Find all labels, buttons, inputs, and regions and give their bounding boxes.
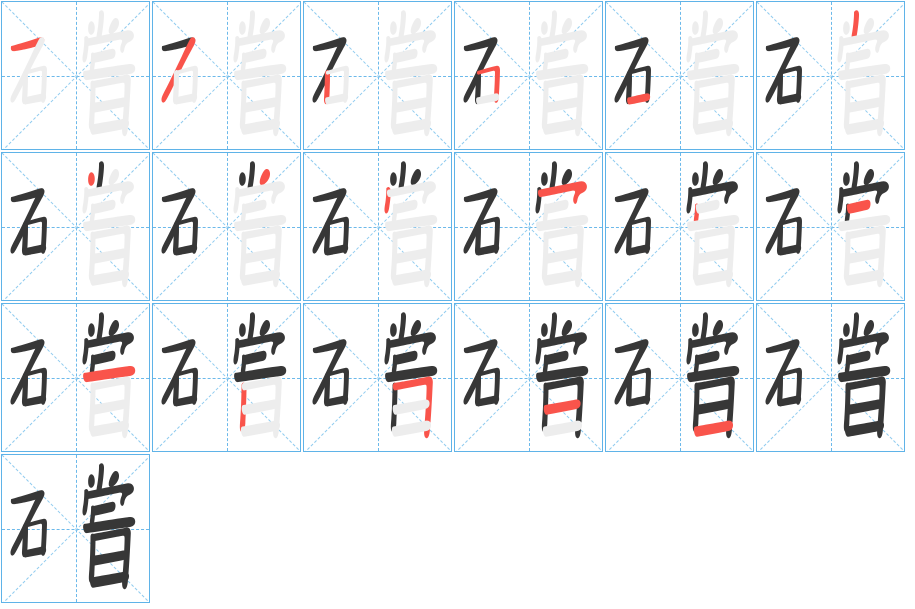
character-glyph: [455, 153, 602, 300]
stroke-cell-4[interactable]: [454, 1, 603, 150]
character-glyph: [455, 304, 602, 451]
character-glyph: [153, 304, 300, 451]
stroke-order-chart: [0, 0, 915, 609]
stroke-cell-9[interactable]: [303, 152, 452, 301]
stroke-cell-10[interactable]: [454, 152, 603, 301]
stroke-cell-8[interactable]: [152, 152, 301, 301]
character-glyph: [606, 304, 753, 451]
stroke-cell-16[interactable]: [454, 303, 603, 452]
character-glyph: [304, 304, 451, 451]
stroke-cell-13[interactable]: [1, 303, 150, 452]
stroke-cell-3[interactable]: [303, 1, 452, 150]
stroke-cell-1[interactable]: [1, 1, 150, 150]
stroke-cell-7[interactable]: [1, 152, 150, 301]
character-glyph: [153, 153, 300, 300]
stroke-cell-5[interactable]: [605, 1, 754, 150]
character-glyph: [757, 304, 904, 451]
stroke-cell-17[interactable]: [605, 303, 754, 452]
stroke-cell-19[interactable]: [1, 454, 150, 603]
character-glyph: [606, 153, 753, 300]
stroke-grid: [0, 0, 915, 604]
stroke-cell-15[interactable]: [303, 303, 452, 452]
stroke-cell-14[interactable]: [152, 303, 301, 452]
character-glyph: [757, 2, 904, 149]
character-glyph: [304, 2, 451, 149]
stroke-cell-12[interactable]: [756, 152, 905, 301]
character-glyph: [455, 2, 602, 149]
character-glyph: [2, 153, 149, 300]
character-glyph: [304, 153, 451, 300]
character-glyph: [606, 2, 753, 149]
character-glyph: [2, 2, 149, 149]
character-glyph: [2, 455, 149, 602]
stroke-cell-18[interactable]: [756, 303, 905, 452]
character-glyph: [2, 304, 149, 451]
stroke-cell-6[interactable]: [756, 1, 905, 150]
stroke-cell-11[interactable]: [605, 152, 754, 301]
character-glyph: [757, 153, 904, 300]
stroke-cell-2[interactable]: [152, 1, 301, 150]
character-glyph: [153, 2, 300, 149]
